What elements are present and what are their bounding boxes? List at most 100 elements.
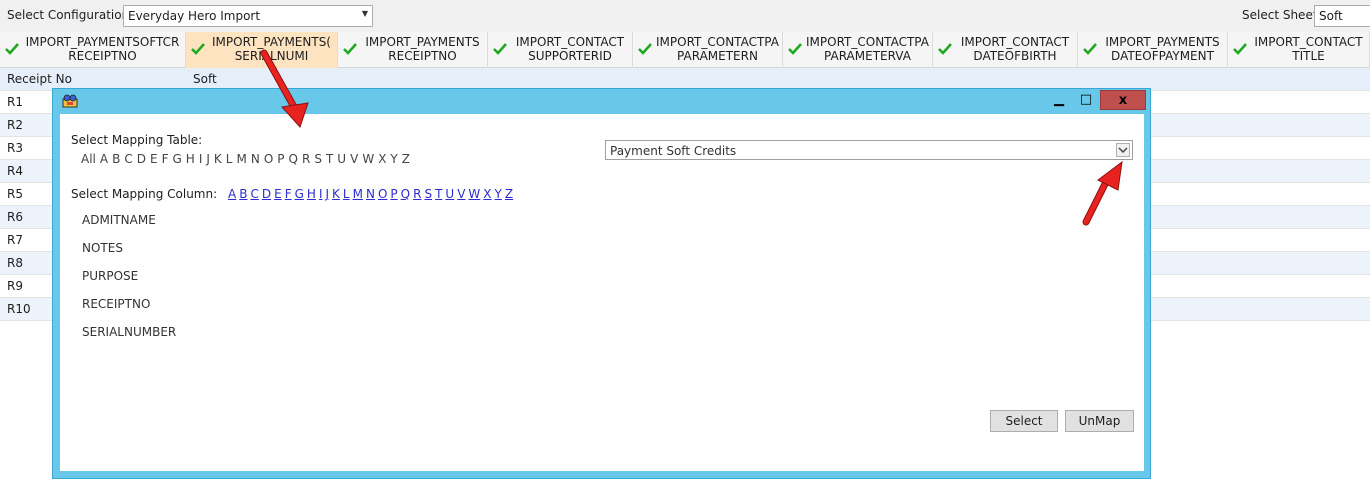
mapping-column-item[interactable]: RECEIPTNO [82,297,150,311]
table-letter[interactable]: A [100,152,108,166]
table-letter[interactable]: S [314,152,322,166]
toolbar: Select Configuration Everyday Hero Impor… [0,0,1370,32]
column-letter-link[interactable]: H [307,187,316,201]
mapping-table-select[interactable]: Payment Soft Credits [605,140,1133,160]
column-header-line2: DATEOFPAYMENT [1111,49,1214,63]
column-letter-link[interactable]: Z [505,187,513,201]
mapping-column-label: Select Mapping Column: [71,187,218,201]
column-letter-link[interactable]: Y [495,187,502,201]
dropdown-arrow-icon: ▼ [361,9,368,18]
column-header[interactable]: IMPORT_CONTACTPA PARAMETERVA [783,32,933,68]
table-letter[interactable]: O [264,152,273,166]
mapping-column-item[interactable]: NOTES [82,241,123,255]
config-value: Everyday Hero Import [128,9,261,23]
column-header-label: IMPORT_PAYMENTS RECEIPTNO [360,35,485,63]
table-letter[interactable]: G [172,152,181,166]
table-letter[interactable]: All [81,152,96,166]
column-header[interactable]: IMPORT_CONTACT TITLE [1228,32,1370,68]
table-letter[interactable]: I [199,152,203,166]
column-letter-link[interactable]: J [325,187,329,201]
check-icon [191,43,205,55]
table-letter[interactable]: L [226,152,233,166]
column-letter-link[interactable]: I [319,187,323,201]
select-button[interactable]: Select [990,410,1058,432]
column-letter-link[interactable]: Q [401,187,410,201]
column-letter-link[interactable]: T [435,187,442,201]
table-letter[interactable]: T [326,152,333,166]
column-letter-link[interactable]: U [445,187,454,201]
column-header[interactable]: IMPORT_PAYMENTS(SERIALNUMI [186,32,338,68]
column-header-line2: SUPPORTERID [528,49,612,63]
column-letter-link[interactable]: L [343,187,350,201]
mapping-column-item[interactable]: PURPOSE [82,269,138,283]
table-letter[interactable]: D [137,152,146,166]
column-header-line2: RECEIPTNO [68,49,137,63]
mapping-column-item[interactable]: ADMITNAME [82,213,156,227]
column-letter-link[interactable]: B [239,187,247,201]
check-icon [788,43,802,55]
column-letter-link[interactable]: O [378,187,387,201]
row-label: R8 [7,256,23,270]
dropdown-button[interactable] [1116,143,1130,157]
minimize-button[interactable]: ▁ [1046,90,1072,110]
column-letter-link[interactable]: K [332,187,340,201]
column-header[interactable]: IMPORT_CONTACT SUPPORTERID [488,32,633,68]
table-letter[interactable]: F [162,152,169,166]
table-letter[interactable]: K [214,152,222,166]
table-letter[interactable]: W [362,152,374,166]
column-letter-link[interactable]: P [390,187,397,201]
table-cell: Receipt No [7,72,72,86]
column-header-label: IMPORT_PAYMENTSOFTCR RECEIPTNO [22,35,183,63]
column-letter-link[interactable]: C [250,187,258,201]
table-letter[interactable]: Y [390,152,397,166]
column-header[interactable]: IMPORT_PAYMENTS RECEIPTNO [338,32,488,68]
column-letter-link[interactable]: E [274,187,282,201]
table-letter[interactable]: Q [289,152,298,166]
table-letter[interactable]: U [337,152,346,166]
table-letter[interactable]: E [150,152,158,166]
unmap-button[interactable]: UnMap [1065,410,1134,432]
column-letter-link[interactable]: V [457,187,465,201]
column-header[interactable]: IMPORT_CONTACTPA PARAMETERN [633,32,783,68]
table-letter[interactable]: H [186,152,195,166]
table-letter[interactable]: N [251,152,260,166]
table-letter[interactable]: R [302,152,310,166]
maximize-icon: □ [1079,92,1093,107]
table-letter-filter: All A B C D E F G H I J K L M N O P Q R S T U V W X Y Z [81,152,414,166]
dialog-titlebar[interactable]: ▁ □ x [53,89,1150,113]
column-header[interactable]: IMPORT_PAYMENTSOFTCR RECEIPTNO [0,32,186,68]
column-header[interactable]: IMPORT_PAYMENTS DATEOFPAYMENT [1078,32,1228,68]
column-letter-link[interactable]: S [424,187,432,201]
close-button[interactable]: x [1100,90,1146,110]
table-letter[interactable]: V [350,152,358,166]
column-letter-link[interactable]: N [366,187,375,201]
table-letter[interactable]: C [124,152,132,166]
column-letter-link[interactable]: D [262,187,271,201]
column-letter-link[interactable]: M [353,187,363,201]
app-icon [62,94,78,108]
column-letter-link[interactable]: W [468,187,480,201]
row-label: R1 [7,95,23,109]
table-cell: Soft [193,72,217,86]
column-header-line1: IMPORT_PAYMENTS [1105,35,1220,49]
column-letter-link[interactable]: G [295,187,304,201]
column-letter-link[interactable]: R [413,187,421,201]
table-letter[interactable]: B [112,152,120,166]
column-letter-link[interactable]: X [483,187,491,201]
table-letter[interactable]: P [277,152,284,166]
mapping-dialog: ▁ □ x Select Mapping Table: All A B C D E F G H I… [52,88,1151,479]
mapping-column-item[interactable]: SERIALNUMBER [82,325,176,339]
column-letter-link[interactable]: A [228,187,236,201]
column-letter-link[interactable]: F [285,187,292,201]
config-select[interactable]: Everyday Hero Import ▼ [123,5,373,27]
column-header[interactable]: IMPORT_CONTACT DATEOFBIRTH [933,32,1078,68]
sheet-select[interactable]: Soft [1314,5,1370,27]
column-header-line2: PARAMETERN [677,49,758,63]
maximize-button[interactable]: □ [1073,90,1099,110]
table-letter[interactable]: Z [402,152,410,166]
check-icon [343,43,357,55]
table-letter[interactable]: M [236,152,246,166]
table-letter[interactable]: J [206,152,210,166]
table-letter[interactable]: X [378,152,386,166]
row-label: R10 [7,302,31,316]
